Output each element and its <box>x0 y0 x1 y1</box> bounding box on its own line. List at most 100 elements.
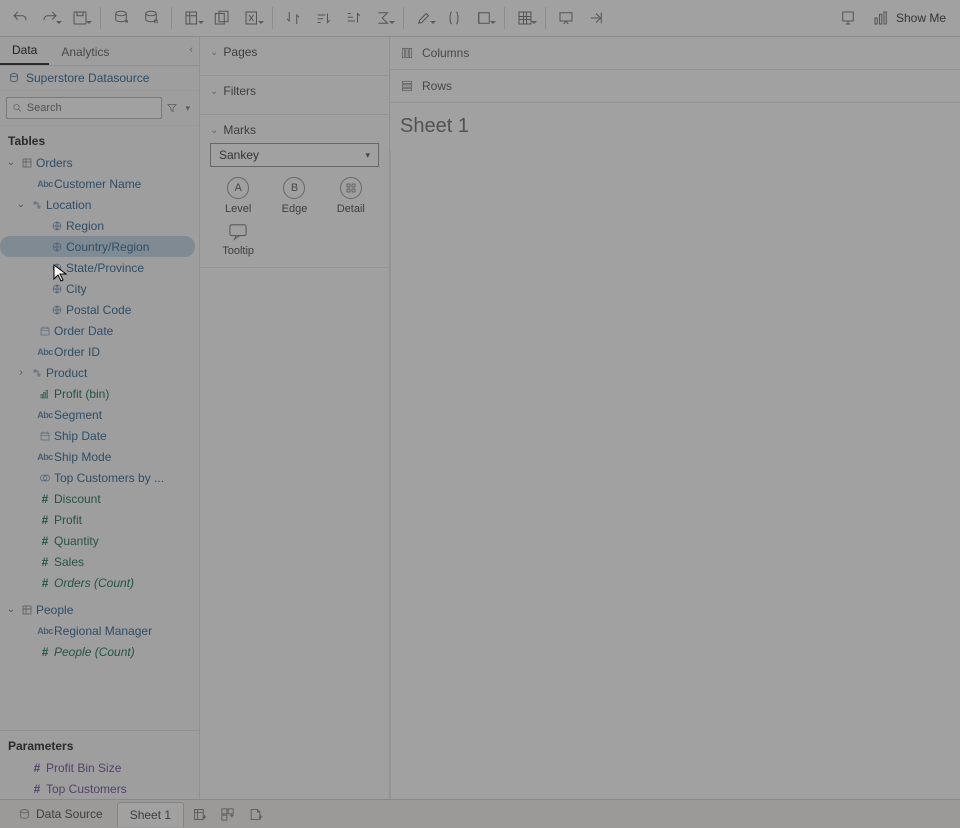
mark-level-button[interactable]: ALevel <box>210 177 266 215</box>
view-canvas[interactable] <box>390 150 960 799</box>
field-sales[interactable]: #Sales <box>0 551 199 572</box>
filters-label: Filters <box>223 84 256 98</box>
cursor-icon <box>53 264 67 285</box>
datasource-row[interactable]: Superstore Datasource <box>0 66 199 91</box>
marks-card: ⌄Marks Sankey ▾ ALevel BEdge Detail Tool… <box>200 115 389 268</box>
tables-header: Tables <box>0 126 199 152</box>
clear-button[interactable] <box>238 4 266 32</box>
shelves-pane: ⌄Pages ⌄Filters ⌄Marks Sankey ▾ ALevel B… <box>200 37 390 799</box>
rows-icon <box>400 79 414 93</box>
field-regional-manager[interactable]: AbcRegional Manager <box>0 620 199 641</box>
show-me-button[interactable]: Show Me <box>864 9 954 27</box>
toolbar-sep <box>272 7 273 29</box>
toolbar-sep <box>545 7 546 29</box>
tab-sheet-1[interactable]: Sheet 1 <box>117 802 184 827</box>
pause-updates-button[interactable] <box>137 4 165 32</box>
mark-detail-button[interactable]: Detail <box>323 177 379 215</box>
fit-button[interactable] <box>511 4 539 32</box>
param-profit-bin-size[interactable]: #Profit Bin Size <box>0 757 199 778</box>
field-product[interactable]: ›Product <box>0 362 199 383</box>
duplicate-button[interactable] <box>208 4 236 32</box>
worksheet-view: Columns Rows Sheet 1 <box>390 37 960 799</box>
rows-shelf[interactable]: Rows <box>390 70 960 103</box>
field-quantity[interactable]: #Quantity <box>0 530 199 551</box>
new-story-tab-button[interactable] <box>242 803 268 825</box>
undo-button[interactable] <box>6 4 34 32</box>
toolbar-sep <box>100 7 101 29</box>
pages-shelf[interactable]: ⌄Pages <box>200 37 389 76</box>
search-field[interactable] <box>27 102 157 114</box>
swap-button[interactable] <box>279 4 307 32</box>
guide-button[interactable] <box>834 4 862 32</box>
datasource-name: Superstore Datasource <box>26 71 149 85</box>
show-me-label: Show Me <box>896 11 946 25</box>
field-region[interactable]: Region <box>0 215 199 236</box>
new-worksheet-button[interactable] <box>178 4 206 32</box>
field-customer-name[interactable]: AbcCustomer Name <box>0 173 199 194</box>
tab-analytics[interactable]: Analytics <box>49 39 121 65</box>
sort-asc-button[interactable] <box>309 4 337 32</box>
field-location[interactable]: ⌄Location <box>0 194 199 215</box>
save-button[interactable] <box>66 4 94 32</box>
rows-label: Rows <box>422 79 452 93</box>
labels-button[interactable] <box>470 4 498 32</box>
filters-shelf[interactable]: ⌄Filters <box>200 76 389 115</box>
field-city[interactable]: City <box>0 278 199 299</box>
mark-edge-button[interactable]: BEdge <box>266 177 322 215</box>
columns-shelf[interactable]: Columns <box>390 37 960 70</box>
toolbar-sep <box>171 7 172 29</box>
table-people[interactable]: ⌄ People <box>0 599 199 620</box>
new-worksheet-tab-button[interactable] <box>186 803 212 825</box>
top-toolbar: Show Me <box>0 0 960 37</box>
field-segment[interactable]: AbcSegment <box>0 404 199 425</box>
field-order-date[interactable]: Order Date <box>0 320 199 341</box>
field-top-customers[interactable]: Top Customers by ... <box>0 467 199 488</box>
field-postal-code[interactable]: Postal Code <box>0 299 199 320</box>
mark-tooltip-button[interactable]: Tooltip <box>210 223 266 257</box>
filter-icon[interactable] <box>166 102 178 114</box>
fields-menu-icon[interactable]: ▾ <box>182 103 193 114</box>
mark-type-select[interactable]: Sankey ▾ <box>210 143 379 167</box>
tab-data-source[interactable]: Data Source <box>6 802 115 826</box>
field-profit[interactable]: #Profit <box>0 509 199 530</box>
group-button[interactable] <box>440 4 468 32</box>
new-datasource-button[interactable] <box>107 4 135 32</box>
table-orders[interactable]: ⌄ Orders <box>0 152 199 173</box>
parameters-header: Parameters <box>0 731 199 757</box>
pages-label: Pages <box>223 45 257 59</box>
chevron-down-icon: ▾ <box>365 150 370 161</box>
search-input[interactable] <box>6 97 162 119</box>
new-dashboard-tab-button[interactable] <box>214 803 240 825</box>
field-ship-date[interactable]: Ship Date <box>0 425 199 446</box>
field-order-id[interactable]: AbcOrder ID <box>0 341 199 362</box>
marks-label: Marks <box>223 123 256 137</box>
sheet-title[interactable]: Sheet 1 <box>390 103 960 150</box>
columns-label: Columns <box>422 46 469 60</box>
field-state-province[interactable]: State/Province <box>0 257 199 278</box>
highlight-button[interactable] <box>410 4 438 32</box>
collapse-icon[interactable]: ‹ <box>189 44 193 56</box>
totals-button[interactable] <box>369 4 397 32</box>
mark-type-value: Sankey <box>219 148 259 162</box>
parameters-section: Parameters #Profit Bin Size #Top Custome… <box>0 730 199 799</box>
field-orders-count[interactable]: #Orders (Count) <box>0 572 199 593</box>
side-tabs: Data Analytics ‹ <box>0 37 199 66</box>
bottom-tabs: Data Source Sheet 1 <box>0 799 960 828</box>
field-country-region[interactable]: Country/Region <box>0 236 195 257</box>
share-button[interactable] <box>582 4 610 32</box>
sort-desc-button[interactable] <box>339 4 367 32</box>
toolbar-sep <box>504 7 505 29</box>
redo-button[interactable] <box>36 4 64 32</box>
search-icon <box>12 102 23 114</box>
tab-data[interactable]: Data <box>0 37 49 65</box>
toolbar-sep <box>403 7 404 29</box>
field-discount[interactable]: #Discount <box>0 488 199 509</box>
presentation-button[interactable] <box>552 4 580 32</box>
fields-tree: ⌄ Orders AbcCustomer Name ⌄Location Regi… <box>0 152 199 730</box>
field-ship-mode[interactable]: AbcShip Mode <box>0 446 199 467</box>
param-top-customers[interactable]: #Top Customers <box>0 778 199 799</box>
field-profit-bin[interactable]: Profit (bin) <box>0 383 199 404</box>
data-pane: Data Analytics ‹ Superstore Datasource ▾… <box>0 37 200 799</box>
field-people-count[interactable]: #People (Count) <box>0 641 199 662</box>
columns-icon <box>400 46 414 60</box>
